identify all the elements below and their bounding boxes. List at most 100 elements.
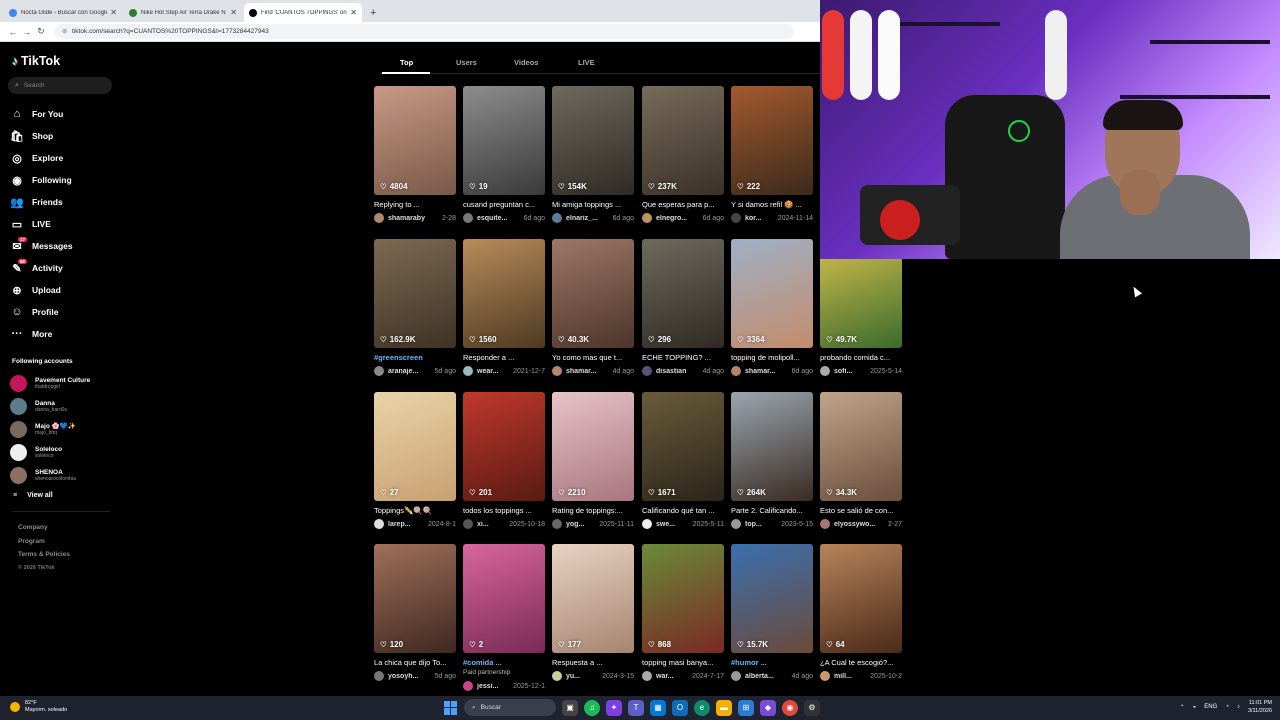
store-icon[interactable]: ⊞ bbox=[738, 699, 754, 716]
sidebar-item-following[interactable]: ◉ Following bbox=[10, 169, 115, 191]
username[interactable]: yosoyh... bbox=[388, 673, 418, 680]
video-card[interactable]: ♡ 64 ¿A Cual te escogió?... mill... 2025-10-… bbox=[820, 544, 902, 681]
following-account[interactable]: Majo 🌸💙✨ majo_bhq bbox=[10, 418, 120, 441]
video-card[interactable]: ♡ 1671 Calificando qué tan ... swe... 2025-5… bbox=[642, 392, 724, 529]
video-card[interactable]: ♡ 222 Y si damos refil 🍪 ... kor... 2024-11-… bbox=[731, 86, 813, 223]
tiktok-logo[interactable]: ♪ TikTok bbox=[12, 54, 60, 68]
video-thumbnail[interactable]: ♡ 19 bbox=[463, 86, 545, 195]
task-view-icon[interactable]: ▣ bbox=[562, 699, 578, 716]
video-thumbnail[interactable]: ♡ 15.7K bbox=[731, 544, 813, 653]
chevron-up-icon[interactable]: ⌃ bbox=[1180, 704, 1185, 711]
video-card[interactable]: ♡ 2210 Rating de toppings:... yog... 2025-11… bbox=[552, 392, 634, 529]
video-title[interactable]: topping masi banya... bbox=[642, 658, 724, 668]
username[interactable]: shamar... bbox=[745, 368, 775, 375]
video-card[interactable]: ♡ 49.7K probando comida c... sofi... 2025-5-… bbox=[820, 239, 902, 376]
username[interactable]: sofi... bbox=[834, 368, 852, 375]
copilot-icon[interactable]: ✦ bbox=[606, 699, 622, 716]
username[interactable]: esquite... bbox=[477, 215, 507, 222]
video-title[interactable]: probando comida c... bbox=[820, 353, 902, 363]
video-card[interactable]: ♡ 868 topping masi banya... war... 2024-7-17 bbox=[642, 544, 724, 681]
avatar[interactable] bbox=[552, 213, 562, 223]
avatar[interactable] bbox=[820, 366, 830, 376]
chrome-icon[interactable]: ◉ bbox=[782, 699, 798, 716]
avatar[interactable] bbox=[642, 519, 652, 529]
avatar[interactable] bbox=[820, 519, 830, 529]
url-field[interactable]: ⊜ tiktok.com/search?q=CUANTOS%20TOPPINGS… bbox=[54, 24, 794, 39]
network-icon[interactable]: ◒ bbox=[1193, 704, 1197, 710]
sidebar-item-friends[interactable]: 👥 Friends bbox=[10, 191, 115, 213]
video-card[interactable]: ♡ 15.7K #humor ... alberta... 4d ago bbox=[731, 544, 813, 681]
avatar[interactable] bbox=[820, 671, 830, 681]
video-thumbnail[interactable]: ♡ 64 bbox=[820, 544, 902, 653]
clock[interactable]: 11:01 PM 3/11/2026 bbox=[1248, 699, 1272, 715]
following-account[interactable]: Soleloco soleloco bbox=[10, 441, 120, 464]
avatar[interactable] bbox=[463, 366, 473, 376]
video-title[interactable]: Responder a ... bbox=[463, 353, 545, 363]
avatar[interactable] bbox=[731, 213, 741, 223]
close-tab-icon[interactable]: ✕ bbox=[230, 8, 237, 17]
video-card[interactable]: ♡ 237K Que esperas para p... elnegro... 6d a… bbox=[642, 86, 724, 223]
video-thumbnail[interactable]: ♡ 27 bbox=[374, 392, 456, 501]
footer-link-terms[interactable]: Terms & Policies bbox=[18, 551, 70, 565]
video-title[interactable]: ECHE TOPPING? ... bbox=[642, 353, 724, 363]
site-info-icon[interactable]: ⊜ bbox=[62, 28, 67, 35]
calendar-icon[interactable]: ▦ bbox=[650, 699, 666, 716]
video-card[interactable]: ♡ 154K Mi amiga toppings ... elnariz_... 6d … bbox=[552, 86, 634, 223]
video-title[interactable]: Calificando qué tan ... bbox=[642, 506, 724, 516]
username[interactable]: jessi... bbox=[477, 683, 498, 690]
avatar[interactable] bbox=[374, 519, 384, 529]
username[interactable]: kor... bbox=[745, 215, 761, 222]
username[interactable]: elnariz_... bbox=[566, 215, 598, 222]
video-card[interactable]: ♡ 19 cusand preguntan c... esquite... 6d ago bbox=[463, 86, 545, 223]
username[interactable]: alberta... bbox=[745, 673, 774, 680]
following-account[interactable]: SHENOA shenoarocolombia bbox=[10, 464, 120, 487]
avatar[interactable] bbox=[552, 519, 562, 529]
video-card[interactable]: ♡ 4804 Replying to ... shamaraby 2-28 bbox=[374, 86, 456, 223]
username[interactable]: mill... bbox=[834, 673, 852, 680]
view-all-button[interactable]: ≡ View all bbox=[13, 492, 53, 499]
video-title[interactable]: Toppings✏️🍭🍭 bbox=[374, 506, 456, 516]
video-thumbnail[interactable]: ♡ 296 bbox=[642, 239, 724, 348]
sidebar-item-explore[interactable]: ◎ Explore bbox=[10, 147, 115, 169]
video-thumbnail[interactable]: ♡ 2 bbox=[463, 544, 545, 653]
video-thumbnail[interactable]: ♡ 177 bbox=[552, 544, 634, 653]
video-card[interactable]: ♡ 27 Toppings✏️🍭🍭 larep... 2024-8-1 bbox=[374, 392, 456, 529]
spotify-icon[interactable]: ♫ bbox=[584, 699, 600, 716]
sidebar-item-profile[interactable]: ☺ Profile bbox=[10, 301, 115, 323]
avatar[interactable] bbox=[731, 671, 741, 681]
video-thumbnail[interactable]: ♡ 4804 bbox=[374, 86, 456, 195]
search-input[interactable]: ⌕ Search bbox=[8, 77, 112, 94]
video-thumbnail[interactable]: ♡ 3364 bbox=[731, 239, 813, 348]
back-icon[interactable]: ← bbox=[6, 27, 20, 37]
video-card[interactable]: ♡ 296 ECHE TOPPING? ... disastian 4d ago bbox=[642, 239, 724, 376]
video-thumbnail[interactable]: ♡ 1671 bbox=[642, 392, 724, 501]
sidebar-item-for-you[interactable]: ⌂ For You bbox=[10, 103, 115, 125]
video-title[interactable]: Esto se salió de con... bbox=[820, 506, 902, 516]
avatar[interactable] bbox=[642, 366, 652, 376]
avatar[interactable] bbox=[463, 519, 473, 529]
sidebar-item-messages[interactable]: ✉ 17 Messages bbox=[10, 235, 115, 257]
video-card[interactable]: ♡ 120 La chica que dijo To... yosoyh... 5d a… bbox=[374, 544, 456, 681]
video-card[interactable]: ♡ 2 #comida ... Paid partnership jessi... 202… bbox=[463, 544, 545, 691]
username[interactable]: aranaje... bbox=[388, 368, 418, 375]
reload-icon[interactable]: ↻ bbox=[34, 26, 48, 37]
video-title[interactable]: Parte 2. Calificando... bbox=[731, 506, 813, 516]
browser-tab-active[interactable]: Find 'CUANTOS TOPPINGS' on T ✕ bbox=[244, 3, 362, 22]
forward-icon[interactable]: → bbox=[20, 27, 34, 37]
video-card[interactable]: ♡ 177 Respuesta a ... yu... 2024-3-15 bbox=[552, 544, 634, 681]
video-title[interactable]: Mi amiga toppings ... bbox=[552, 200, 634, 210]
video-thumbnail[interactable]: ♡ 222 bbox=[731, 86, 813, 195]
tab-live[interactable]: LIVE bbox=[578, 58, 595, 67]
tab-videos[interactable]: Videos bbox=[514, 58, 538, 67]
avatar[interactable] bbox=[731, 519, 741, 529]
sidebar-item-live[interactable]: ▭ LIVE bbox=[10, 213, 115, 235]
teams-icon[interactable]: T bbox=[628, 699, 644, 716]
following-account[interactable]: Pavement Culture thatdropgirl bbox=[10, 372, 120, 395]
username[interactable]: swe... bbox=[656, 521, 675, 528]
video-card[interactable]: ♡ 3364 topping de molipoll... shamar... 6d a… bbox=[731, 239, 813, 376]
video-thumbnail[interactable]: ♡ 34.3K bbox=[820, 392, 902, 501]
app-icon[interactable]: ◆ bbox=[760, 699, 776, 716]
video-thumbnail[interactable]: ♡ 201 bbox=[463, 392, 545, 501]
video-thumbnail[interactable]: ♡ 868 bbox=[642, 544, 724, 653]
avatar[interactable] bbox=[374, 213, 384, 223]
